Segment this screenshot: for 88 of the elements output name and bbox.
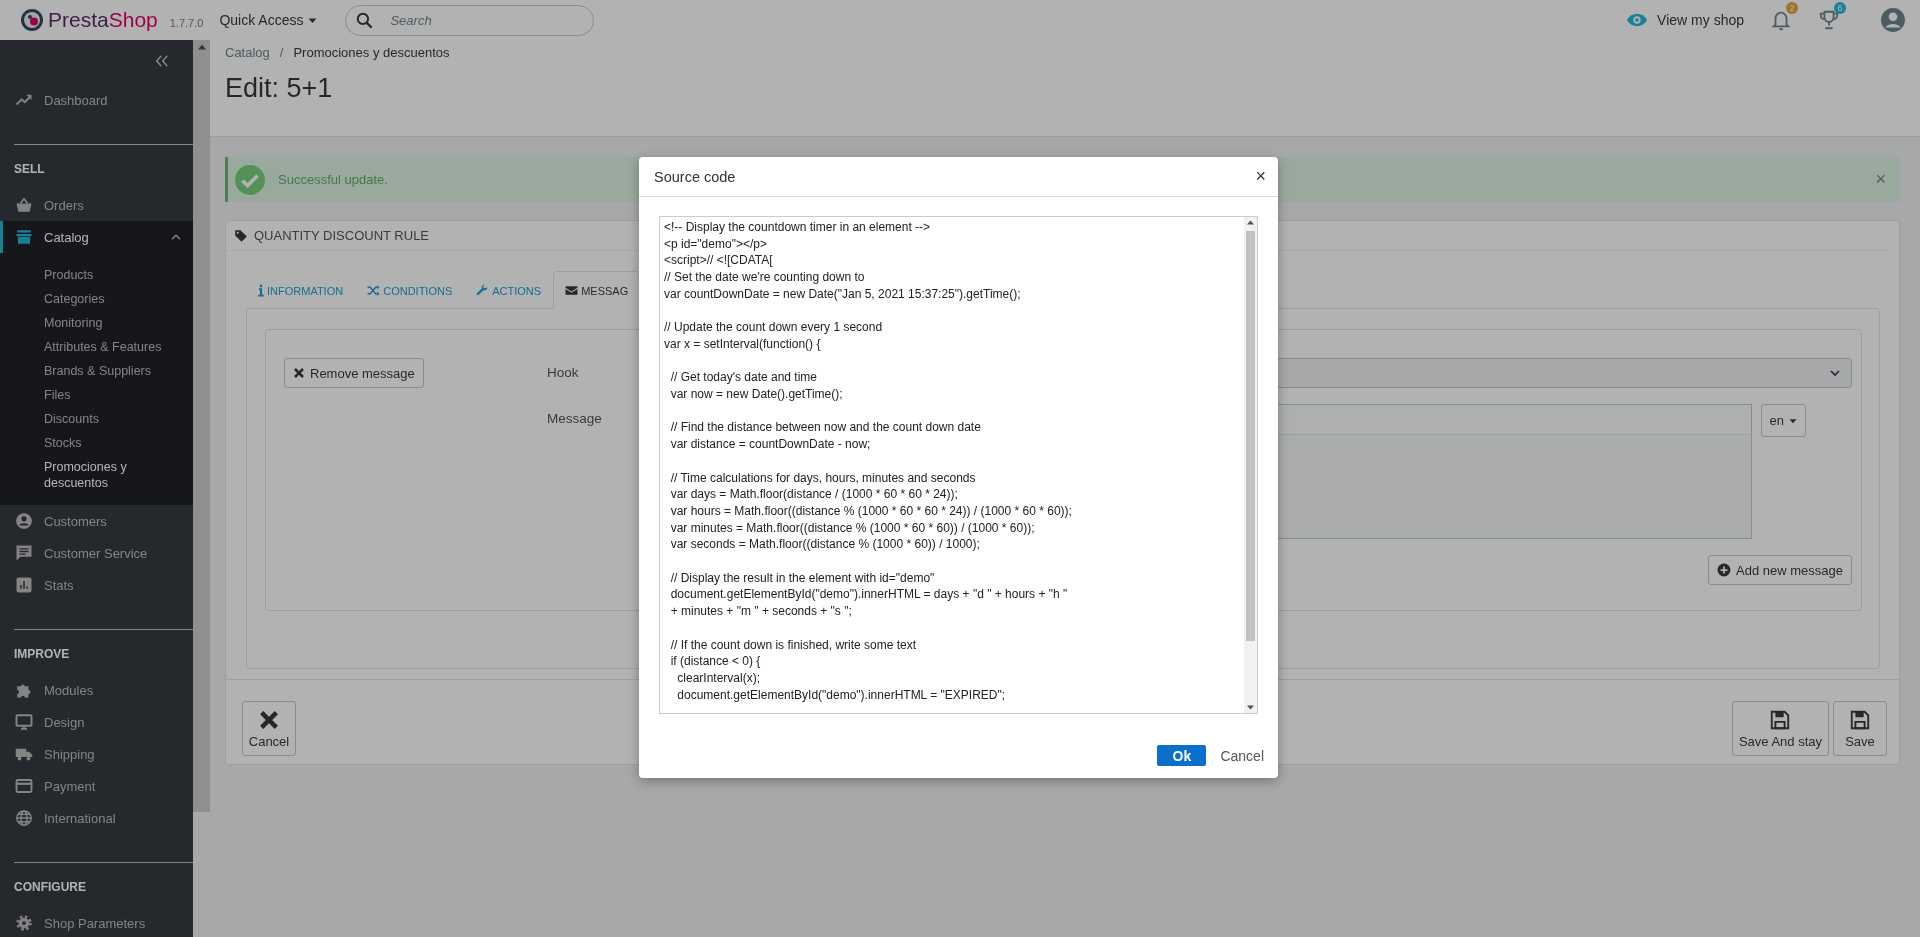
submenu-item[interactable]: Stocks [44,431,174,455]
breadcrumb-link[interactable]: Promociones y descuentos [293,44,450,62]
avatar-icon[interactable] [1880,7,1906,33]
field-label: Message [547,410,603,428]
submenu-item[interactable]: Promociones y descuentos [44,455,174,495]
cancel-button[interactable]: Cancel [1220,747,1264,764]
page-title: Edit: 5+1 [225,73,334,104]
submenu-item[interactable]: Categories [44,287,174,311]
sidebar-item[interactable]: Modules [0,674,193,706]
monitor-icon [15,713,33,731]
view-shop-link[interactable]: View my shop [1657,12,1744,28]
floppy-icon [1849,708,1871,732]
trophy-icon[interactable] [1818,9,1840,31]
submenu-item[interactable]: Monitoring [44,311,174,335]
submenu-item[interactable]: Discounts [44,407,174,431]
card-title: QUANTITY DISCOUNT RULE [254,228,430,243]
submenu-item[interactable]: Products [44,263,174,287]
section-title: CONFIGURE [14,879,87,895]
add-message-button[interactable]: Add new message [1708,555,1852,585]
dialog-title: Source code [654,168,736,185]
card-icon [15,777,33,795]
breadcrumb-link[interactable]: Catalog [225,44,270,62]
search-field[interactable]: Search [345,4,595,36]
shuffle-icon [367,284,381,297]
save-button[interactable]: Save [1833,701,1887,756]
close-icon [258,708,280,732]
tab[interactable]: MESSAG [553,271,641,309]
sidebar-item[interactable]: Orders [0,189,193,221]
submenu-item[interactable]: Attributes & Features [44,335,174,359]
basket-icon [15,196,33,214]
save-and-stay-button[interactable]: Save And stay [1731,701,1829,756]
plus-icon [1717,563,1732,577]
search-icon [355,10,375,30]
chart-icon [15,576,33,594]
remove-message-button[interactable]: Remove message [284,358,424,388]
submenu-item[interactable]: Files [44,383,174,407]
quick-access-menu[interactable]: Quick Access [219,12,318,28]
chat-icon [15,544,33,562]
close-button[interactable]: × [1255,166,1266,187]
cancel-button[interactable]: Cancel [242,701,296,756]
sidebar-item[interactable]: Shop Parameters [0,907,193,937]
section-title: SELL [14,161,46,177]
logo-icon [20,8,44,32]
tab[interactable]: CONDITIONS [355,271,465,309]
check-icon [235,164,265,195]
alert-message: Successful update. [278,172,388,187]
sidebar-item[interactable]: Dashboard [0,84,193,116]
up-arrow-icon[interactable] [1247,220,1254,225]
sidebar-item[interactable]: Design [0,706,193,738]
eye-icon[interactable] [1626,12,1649,28]
globe-icon [15,809,33,827]
close-button[interactable]: × [1875,169,1886,190]
down-arrow-icon[interactable] [1247,705,1254,710]
settings-icon [15,914,33,932]
envelope-icon [565,284,579,297]
ok-button[interactable]: Ok [1157,745,1207,766]
sidebar-item[interactable]: International [0,802,193,834]
info-icon [258,284,264,297]
tab[interactable]: ACTIONS [464,271,554,309]
sidebar-item[interactable]: Stats [0,569,193,601]
language-dropdown[interactable]: en [1760,404,1806,437]
scrollbar-thumb[interactable] [1246,231,1255,641]
up-arrow-icon[interactable] [197,44,206,50]
close-icon [293,367,305,379]
sidebar-item[interactable]: Customers [0,505,193,537]
code-textarea[interactable]: <!-- Display the countdown timer in an element --> <p id="demo"></p> <script>// <![CDATA[ // Set the date we're counting down to var countDownDate = new Date("Jan 5, 2021 15:37:25").getTime(); // Update the count down every 1 second var x = setInterval(function() { // Get today's date and time var now = new Date().getTime(); // Find the distance between now and the count down date var distance = countDownDate - now; // Time calculations for days, hours, minutes and seconds var days = Math.floor(distance / (1000 * 60 * 60 * 24)); var hours = Math.floor((distance % (1000 * 60 * 60 * 24)) / (1000 * 60 * 60)); var minutes = Math.floor((distance % (1000 * 60 * 60)) / (1000 * 60)); var seconds = Math.floor((distance % (1000 * 60)) / 1000); // Display the result in the element with id="demo" document.getElementById("demo").innerHTML = days + "d " + hours + "h " + minutes + "m " + seconds + "s "; // If the count down is finished, write some text if (distance < 0) { clearInterval(x); document.getElementById("demo").innerHTML = "EXPIRED"; [659,216,1258,714]
sidebar-item[interactable]: Catalog [0,221,193,253]
notification-badge: 2 [1786,2,1798,14]
wrench-icon [476,284,490,297]
store-icon [15,228,33,246]
user-icon [15,512,33,530]
bell-icon[interactable] [1770,9,1792,31]
version-number: 1.7.7.0 [169,16,204,29]
floppy-icon [1769,708,1792,732]
caret-icon [1789,416,1797,425]
sidebar-item[interactable]: Shipping [0,738,193,770]
submenu-item[interactable]: Brands & Suppliers [44,359,174,383]
scrollbar[interactable] [1244,217,1257,713]
chevron-icon [1829,367,1841,379]
collapse-icon[interactable] [153,52,171,70]
section-title: IMPROVE [14,646,71,662]
sidebar-item[interactable]: Customer Service [0,537,193,569]
field-label: Hook [547,364,580,382]
sidebar-item[interactable]: Payment [0,770,193,802]
tag-icon [234,228,248,243]
breadcrumb-separator: / [279,44,284,62]
notification-badge: 6 [1834,2,1846,14]
tab[interactable]: INFORMATION [246,271,356,309]
